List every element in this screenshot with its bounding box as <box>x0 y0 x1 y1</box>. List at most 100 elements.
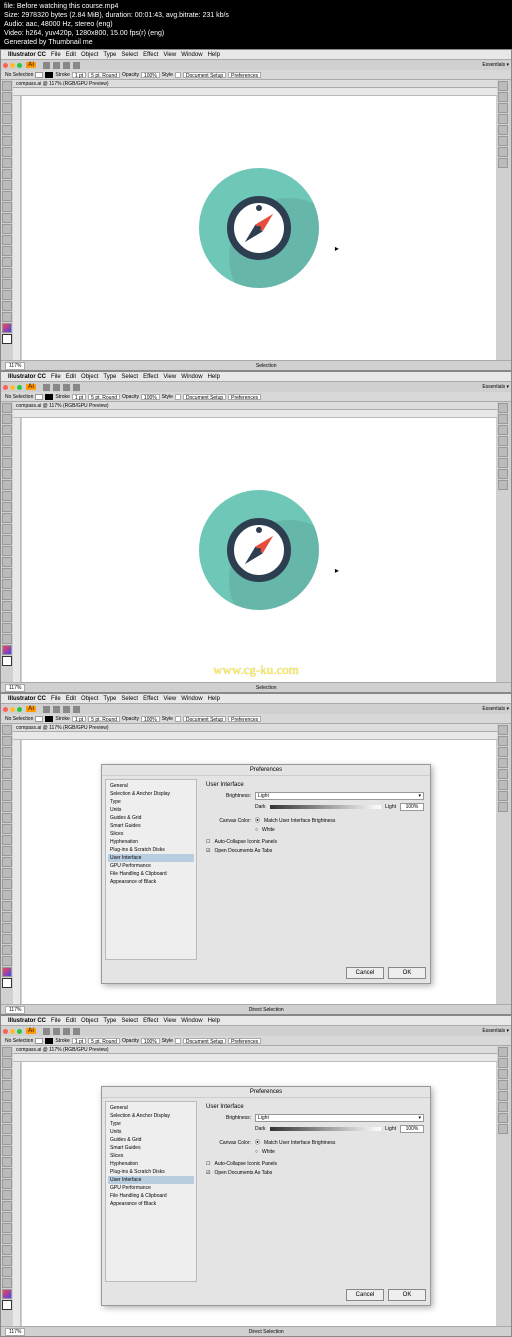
app-name[interactable]: Illustrator CC <box>6 696 48 702</box>
fill-stroke-swatch[interactable] <box>2 1289 12 1299</box>
menu-file[interactable]: File <box>49 52 63 58</box>
minimize-window-icon[interactable] <box>10 385 15 390</box>
panel-icon[interactable] <box>498 136 508 146</box>
tool-icon[interactable] <box>2 601 12 611</box>
cat-slices[interactable]: Slices <box>108 1152 194 1160</box>
document-tab[interactable]: compass.ai @ 117% (RGB/GPU Preview) <box>13 1046 497 1054</box>
checkbox-open-tabs[interactable]: ☑ <box>206 1170 210 1176</box>
menu-view[interactable]: View <box>161 696 178 702</box>
color-mode-icon[interactable] <box>2 978 12 988</box>
style-select[interactable] <box>175 72 181 78</box>
rectangle-tool[interactable] <box>2 158 12 168</box>
scale-tool[interactable] <box>2 213 12 223</box>
close-window-icon[interactable] <box>3 707 8 712</box>
cancel-button[interactable]: Cancel <box>346 1289 384 1301</box>
minimize-window-icon[interactable] <box>10 63 15 68</box>
panel-icon[interactable] <box>498 425 508 435</box>
tool-icon[interactable] <box>2 634 12 644</box>
tool-icon[interactable] <box>2 758 12 768</box>
brightness-pct-input[interactable]: 100% <box>400 803 424 811</box>
tool-icon[interactable] <box>2 879 12 889</box>
menu-help[interactable]: Help <box>206 696 222 702</box>
fill-stroke-swatch[interactable] <box>2 645 12 655</box>
stroke-weight-input[interactable]: 1 pt <box>72 1038 86 1044</box>
app-name[interactable]: Illustrator CC <box>6 1018 48 1024</box>
menu-type[interactable]: Type <box>101 1018 118 1024</box>
menu-file[interactable]: File <box>49 696 63 702</box>
menu-window[interactable]: Window <box>179 52 204 58</box>
zoom-input[interactable]: 117% <box>5 1328 25 1336</box>
panel-icon[interactable] <box>498 158 508 168</box>
tool-icon[interactable] <box>2 447 12 457</box>
cat-hyphenation[interactable]: Hyphenation <box>108 838 194 846</box>
tool-icon[interactable] <box>2 513 12 523</box>
tool-icon[interactable] <box>2 780 12 790</box>
cat-ui[interactable]: User Interface <box>108 1176 194 1184</box>
style-select[interactable] <box>175 716 181 722</box>
eyedropper-tool[interactable] <box>2 290 12 300</box>
workspace-menu[interactable]: Essentials ▾ <box>482 706 509 712</box>
menu-effect[interactable]: Effect <box>141 52 160 58</box>
menu-select[interactable]: Select <box>119 1018 140 1024</box>
brightness-select[interactable]: Light <box>255 792 424 800</box>
blend-tool[interactable] <box>2 301 12 311</box>
menu-window[interactable]: Window <box>179 696 204 702</box>
symbol-sprayer-tool[interactable] <box>2 312 12 322</box>
tool-icon[interactable] <box>2 835 12 845</box>
panel-icon[interactable] <box>498 447 508 457</box>
menu-type[interactable]: Type <box>101 696 118 702</box>
ok-button[interactable]: OK <box>388 967 426 979</box>
app-name[interactable]: Illustrator CC <box>6 374 48 380</box>
workspace-menu[interactable]: Essentials ▾ <box>482 1028 509 1034</box>
tool-icon[interactable] <box>2 1146 12 1156</box>
gradient-tool[interactable] <box>2 279 12 289</box>
panel-icon[interactable] <box>498 758 508 768</box>
brightness-slider[interactable] <box>270 805 382 809</box>
tool-icon[interactable] <box>2 912 12 922</box>
tool-icon[interactable] <box>2 1190 12 1200</box>
maximize-window-icon[interactable] <box>17 385 22 390</box>
tool-icon[interactable] <box>2 612 12 622</box>
close-window-icon[interactable] <box>3 63 8 68</box>
panel-icon[interactable] <box>498 458 508 468</box>
menu-select[interactable]: Select <box>119 696 140 702</box>
pencil-tool[interactable] <box>2 180 12 190</box>
preferences-button[interactable]: Preferences <box>228 716 261 722</box>
tool-icon[interactable] <box>2 1267 12 1277</box>
cat-hyphenation[interactable]: Hyphenation <box>108 1160 194 1168</box>
toolbar-icon[interactable] <box>63 62 70 69</box>
tool-icon[interactable] <box>2 557 12 567</box>
cat-plugins[interactable]: Plug-ins & Scratch Disks <box>108 846 194 854</box>
tool-icon[interactable] <box>2 1212 12 1222</box>
tool-icon[interactable] <box>2 890 12 900</box>
tool-icon[interactable] <box>2 1179 12 1189</box>
panel-icon[interactable] <box>498 791 508 801</box>
lasso-tool[interactable] <box>2 114 12 124</box>
menu-help[interactable]: Help <box>206 1018 222 1024</box>
document-tab[interactable]: compass.ai @ 117% (RGB/GPU Preview) <box>13 80 497 88</box>
close-window-icon[interactable] <box>3 385 8 390</box>
panel-icon[interactable] <box>498 403 508 413</box>
direct-selection-tool[interactable] <box>2 92 12 102</box>
cat-ui[interactable]: User Interface <box>108 854 194 862</box>
tool-icon[interactable] <box>2 1102 12 1112</box>
tool-icon[interactable] <box>2 1091 12 1101</box>
tool-icon[interactable] <box>2 791 12 801</box>
radio-match-ui[interactable]: ⦿ <box>255 1139 260 1146</box>
cat-type[interactable]: Type <box>108 798 194 806</box>
fill-swatch[interactable] <box>35 716 43 722</box>
menu-object[interactable]: Object <box>79 696 100 702</box>
stroke-weight-input[interactable]: 1 pt <box>72 72 86 78</box>
paintbrush-tool[interactable] <box>2 169 12 179</box>
maximize-window-icon[interactable] <box>17 707 22 712</box>
tool-icon[interactable] <box>2 579 12 589</box>
tool-icon[interactable] <box>2 747 12 757</box>
menu-edit[interactable]: Edit <box>64 696 78 702</box>
menu-file[interactable]: File <box>49 1018 63 1024</box>
cat-smart-guides[interactable]: Smart Guides <box>108 1144 194 1152</box>
cat-selection[interactable]: Selection & Anchor Display <box>108 790 194 798</box>
cat-black[interactable]: Appearance of Black <box>108 1200 194 1208</box>
line-tool[interactable] <box>2 147 12 157</box>
menu-edit[interactable]: Edit <box>64 374 78 380</box>
tool-icon[interactable] <box>2 1080 12 1090</box>
